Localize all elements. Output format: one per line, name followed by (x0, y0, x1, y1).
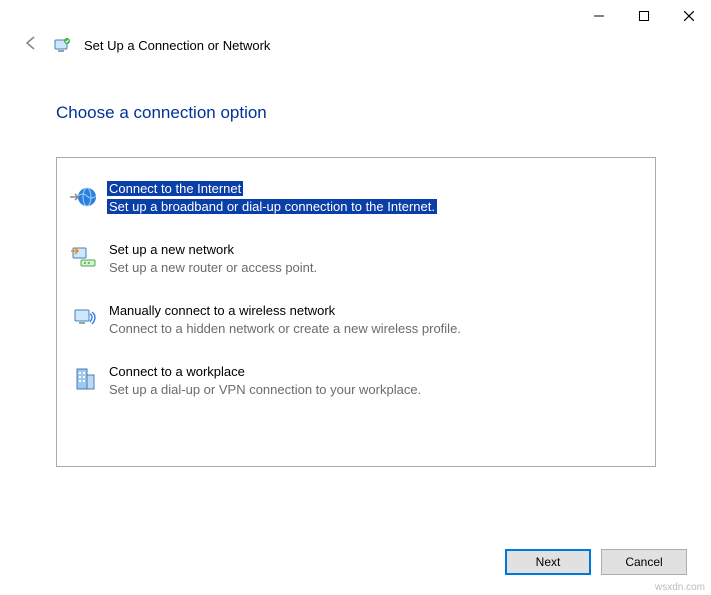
option-desc: Set up a broadband or dial-up connection… (107, 199, 437, 214)
back-arrow-icon[interactable] (22, 34, 40, 57)
option-set-up-new-network[interactable]: Set up a new network Set up a new router… (65, 237, 647, 280)
option-desc: Set up a dial-up or VPN connection to yo… (107, 382, 423, 397)
instruction-heading: Choose a connection option (56, 103, 671, 123)
maximize-button[interactable] (621, 2, 666, 30)
wizard-header: Set Up a Connection or Network (0, 30, 711, 67)
watermark: wsxdn.com (655, 582, 705, 593)
wizard-footer: Next Cancel (505, 549, 687, 575)
option-title: Manually connect to a wireless network (107, 303, 337, 318)
window-title: Set Up a Connection or Network (84, 38, 270, 53)
option-desc: Set up a new router or access point. (107, 260, 319, 275)
wireless-icon (67, 302, 101, 336)
close-button[interactable] (666, 2, 711, 30)
option-connect-to-internet[interactable]: Connect to the Internet Set up a broadba… (65, 176, 647, 219)
option-connect-workplace[interactable]: Connect to a workplace Set up a dial-up … (65, 359, 647, 402)
building-icon (67, 363, 101, 397)
titlebar (0, 0, 711, 30)
wizard-body: Choose a connection option Connect to th… (0, 67, 711, 467)
globe-icon (67, 180, 101, 214)
option-title: Set up a new network (107, 242, 236, 257)
minimize-button[interactable] (576, 2, 621, 30)
options-panel: Connect to the Internet Set up a broadba… (56, 157, 656, 467)
next-button[interactable]: Next (505, 549, 591, 575)
option-desc: Connect to a hidden network or create a … (107, 321, 463, 336)
network-wizard-icon (52, 36, 72, 56)
option-manual-wireless[interactable]: Manually connect to a wireless network C… (65, 298, 647, 341)
cancel-button[interactable]: Cancel (601, 549, 687, 575)
router-icon (67, 241, 101, 275)
option-title: Connect to the Internet (107, 181, 243, 196)
option-title: Connect to a workplace (107, 364, 247, 379)
